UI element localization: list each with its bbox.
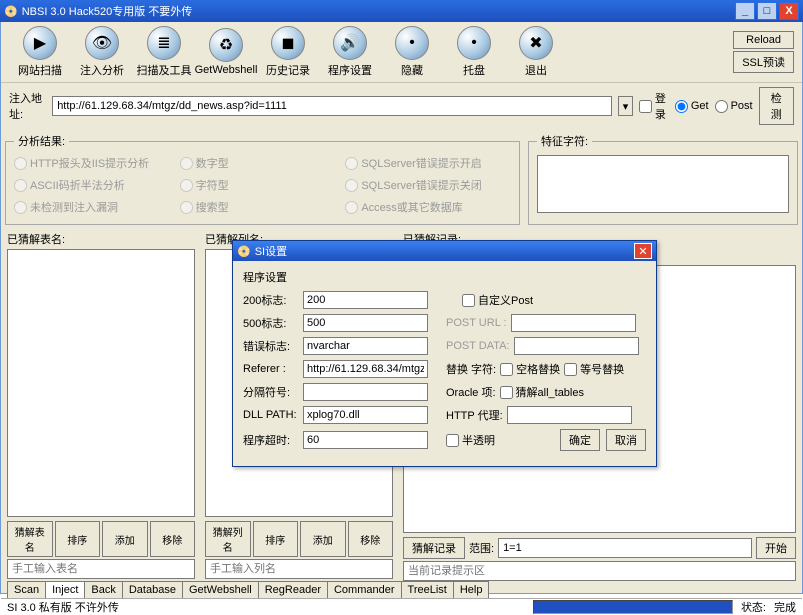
- tbtn-tray[interactable]: •托盘: [443, 26, 505, 78]
- progress-bar: [533, 600, 733, 614]
- get-radio[interactable]: Get: [675, 100, 709, 113]
- dot-icon: •: [395, 26, 429, 60]
- ssl-button[interactable]: SSL预读: [733, 51, 794, 73]
- posturl-input[interactable]: [511, 314, 636, 332]
- start-button[interactable]: 开始: [756, 537, 796, 559]
- tbtn-exit[interactable]: ✖退出: [505, 26, 567, 78]
- col1-header: 已猜解表名:: [7, 229, 195, 249]
- record-hint-input[interactable]: [403, 561, 796, 581]
- flag500-input[interactable]: [303, 314, 428, 332]
- play-icon: ▶: [23, 26, 57, 60]
- add2-button[interactable]: 添加: [300, 521, 346, 557]
- login-check[interactable]: 登录: [639, 90, 669, 122]
- url-label: 注入地址:: [9, 90, 46, 122]
- sort2-button[interactable]: 排序: [253, 521, 299, 557]
- guess-table-button[interactable]: 猜解表名: [7, 521, 53, 557]
- space-replace-check[interactable]: 空格替换: [500, 361, 560, 377]
- close-button[interactable]: X: [779, 2, 799, 20]
- status-label: 状态:: [741, 599, 766, 615]
- tab-treelist[interactable]: TreeList: [401, 581, 454, 598]
- x-icon: ✖: [519, 26, 553, 60]
- flag200-input[interactable]: [303, 291, 428, 309]
- analysis-group: 分析结果: HTTP报头及IIS提示分析 ASCII码折半法分析 未检测到注入漏…: [5, 133, 520, 225]
- maximize-button[interactable]: □: [757, 2, 777, 20]
- guess-col-button[interactable]: 猜解列名: [205, 521, 251, 557]
- url-input[interactable]: [52, 96, 612, 116]
- si-settings-dialog: 📀 SI设置 ✕ 程序设置 200标志: 自定义Post 500标志: POST…: [232, 240, 657, 467]
- proxy-input[interactable]: [507, 406, 632, 424]
- translucent-check[interactable]: 半透明: [446, 432, 495, 448]
- reload-button[interactable]: Reload: [733, 31, 794, 49]
- minimize-button[interactable]: _: [735, 2, 755, 20]
- detect-button[interactable]: 检测: [759, 87, 794, 125]
- dlg-icon: 📀: [237, 245, 251, 258]
- tbtn-history[interactable]: ◼历史记录: [257, 26, 319, 78]
- main-toolbar: ▶网站扫描 👁注入分析 ≣扫描及工具 ♻GetWebshell ◼历史记录 🔊程…: [1, 22, 802, 83]
- tbtn-sitescan[interactable]: ▶网站扫描: [9, 26, 71, 78]
- post-radio[interactable]: Post: [715, 100, 753, 113]
- dialog-subheader: 程序设置: [243, 267, 646, 291]
- tbtn-inject[interactable]: 👁注入分析: [71, 26, 133, 78]
- dllpath-input[interactable]: [303, 406, 428, 424]
- recycle-icon: ♻: [209, 28, 243, 62]
- tab-commander[interactable]: Commander: [327, 581, 402, 598]
- tbtn-hide[interactable]: •隐藏: [381, 26, 443, 78]
- tab-getwebshell[interactable]: GetWebshell: [182, 581, 259, 598]
- errflag-input[interactable]: [303, 337, 428, 355]
- range-input[interactable]: [498, 538, 752, 558]
- tab-scan[interactable]: Scan: [7, 581, 46, 598]
- del-button[interactable]: 移除: [150, 521, 196, 557]
- dialog-close-button[interactable]: ✕: [634, 243, 652, 259]
- custompost-check[interactable]: 自定义Post: [462, 292, 533, 308]
- tbtn-tools[interactable]: ≣扫描及工具: [133, 26, 195, 78]
- eye-icon: 👁: [85, 26, 119, 60]
- tab-regreader[interactable]: RegReader: [258, 581, 328, 598]
- sort-button[interactable]: 排序: [55, 521, 101, 557]
- del2-button[interactable]: 移除: [348, 521, 394, 557]
- add-button[interactable]: 添加: [102, 521, 148, 557]
- dialog-title: SI设置: [255, 243, 287, 259]
- tab-help[interactable]: Help: [453, 581, 490, 598]
- charsig-text[interactable]: [537, 155, 789, 213]
- status-value: 完成: [774, 599, 796, 615]
- postdata-input[interactable]: [514, 337, 639, 355]
- referer-input[interactable]: [303, 360, 428, 378]
- speaker-icon: 🔊: [333, 26, 367, 60]
- url-dropdown[interactable]: ▾: [618, 96, 633, 116]
- timeout-input[interactable]: [303, 431, 428, 449]
- app-icon: 📀: [4, 5, 18, 18]
- tab-inject[interactable]: Inject: [45, 581, 85, 598]
- edition-label: SI 3.0 私有版 不许外传: [7, 599, 119, 615]
- list-icon: ≣: [147, 26, 181, 60]
- tbtn-webshell[interactable]: ♻GetWebshell: [195, 28, 257, 76]
- equal-replace-check[interactable]: 等号替换: [564, 361, 624, 377]
- alltables-check[interactable]: 猜解all_tables: [500, 384, 584, 400]
- tab-back[interactable]: Back: [84, 581, 122, 598]
- bottom-tabs: Scan Inject Back Database GetWebshell Re…: [1, 581, 802, 598]
- guess-rec-button[interactable]: 猜解记录: [403, 537, 465, 559]
- charsig-group: 特征字符:: [528, 133, 798, 225]
- dot-icon: •: [457, 26, 491, 60]
- tab-database[interactable]: Database: [122, 581, 183, 598]
- stop-icon: ◼: [271, 26, 305, 60]
- window-title: NBSI 3.0 Hack520专用版 不要外传: [22, 3, 193, 19]
- tables-list[interactable]: [7, 249, 195, 517]
- dialog-cancel-button[interactable]: 取消: [606, 429, 646, 451]
- dialog-ok-button[interactable]: 确定: [560, 429, 600, 451]
- manual-col-input[interactable]: [205, 559, 393, 579]
- tbtn-settings[interactable]: 🔊程序设置: [319, 26, 381, 78]
- sep-input[interactable]: [303, 383, 428, 401]
- manual-table-input[interactable]: [7, 559, 195, 579]
